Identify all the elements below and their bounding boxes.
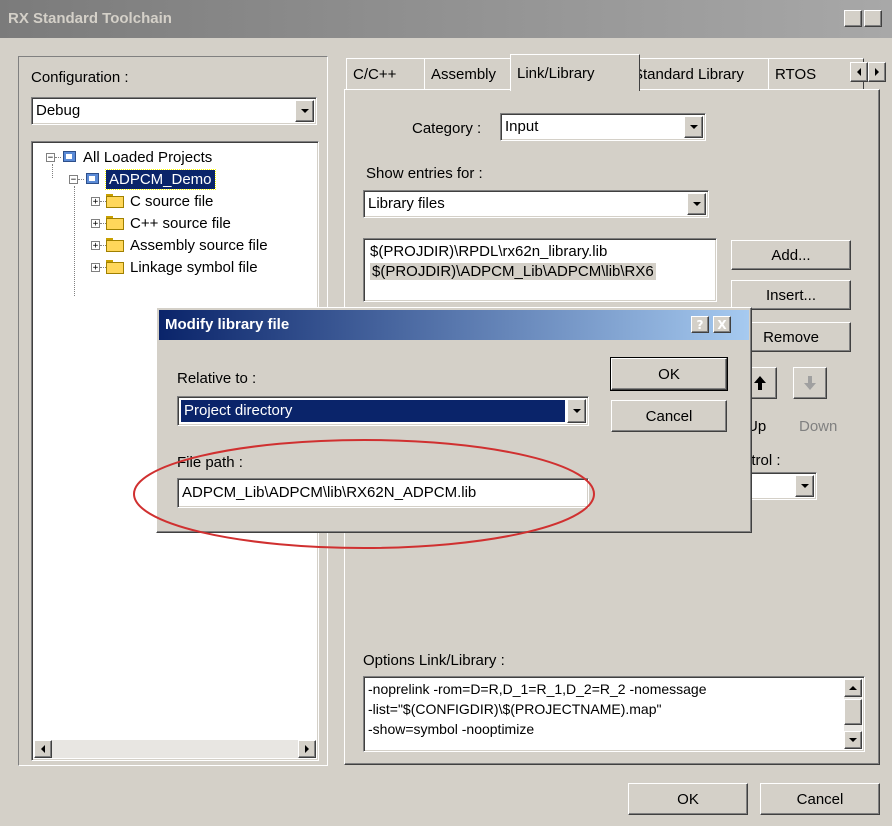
chevron-down-icon[interactable]: [684, 116, 703, 138]
help-button[interactable]: ?: [844, 10, 862, 27]
expand-icon[interactable]: +: [91, 218, 100, 228]
configuration-label: Configuration :: [31, 69, 129, 86]
show-entries-label: Show entries for :: [366, 165, 483, 182]
tree-item-linkage-symbol[interactable]: + Linkage symbol file: [91, 256, 258, 278]
relative-to-value: Project directory: [181, 400, 565, 422]
tree-project-row[interactable]: − ADPCM_Demo: [69, 168, 216, 190]
tree-item-cpp-source[interactable]: + C++ source file: [91, 212, 231, 234]
tree-item-label: Assembly source file: [130, 236, 268, 254]
tree-root-row[interactable]: − All Loaded Projects: [46, 146, 212, 168]
configuration-dropdown[interactable]: Debug: [31, 97, 317, 125]
category-dropdown[interactable]: Input: [500, 113, 706, 141]
chevron-down-icon[interactable]: [295, 100, 314, 122]
tree-line: [74, 186, 75, 296]
category-value: Input: [505, 118, 539, 135]
add-button[interactable]: Add...: [731, 240, 851, 270]
main-titlebar[interactable]: RX Standard Toolchain ? X: [0, 0, 892, 38]
tree-item-assembly-source[interactable]: + Assembly source file: [91, 234, 268, 256]
options-textarea[interactable]: -noprelink -rom=D=R,D_1=R_1,D_2=R_2 -nom…: [363, 676, 865, 752]
scroll-right-button[interactable]: [298, 740, 316, 758]
show-entries-value: Library files: [368, 195, 445, 212]
options-label: Options Link/Library :: [363, 652, 505, 669]
dialog-cancel-button[interactable]: Cancel: [611, 400, 727, 432]
chevron-down-icon[interactable]: [687, 193, 706, 215]
relative-to-label: Relative to :: [177, 370, 257, 387]
expand-icon[interactable]: +: [91, 240, 100, 250]
tree-item-c-source[interactable]: + C source file: [91, 190, 213, 212]
dialog-close-button[interactable]: X: [713, 316, 731, 333]
tab-scroll-left-button[interactable]: [850, 62, 868, 82]
tree-root-label: All Loaded Projects: [83, 148, 213, 166]
scroll-left-button[interactable]: [34, 740, 52, 758]
tree-project-label: ADPCM_Demo: [105, 168, 216, 190]
tree-item-label: C++ source file: [130, 214, 231, 232]
category-label: Category :: [412, 120, 482, 137]
window-title: RX Standard Toolchain: [8, 10, 172, 27]
scroll-down-button[interactable]: [844, 731, 862, 749]
close-button[interactable]: X: [864, 10, 882, 27]
list-item[interactable]: $(PROJDIR)\RPDL\rx62n_library.lib: [370, 243, 607, 260]
folder-icon: [106, 194, 124, 208]
annotation-ellipse: [133, 439, 595, 549]
expand-icon[interactable]: +: [91, 196, 100, 206]
down-label: Down: [799, 418, 838, 435]
tree-item-label: Linkage symbol file: [130, 258, 258, 276]
dialog-titlebar[interactable]: Modify library file ? X: [159, 310, 749, 340]
options-text: -noprelink -rom=D=R,D_1=R_1,D_2=R_2 -nom…: [368, 681, 707, 737]
collapse-icon[interactable]: −: [46, 152, 55, 162]
dialog-ok-button[interactable]: OK: [610, 357, 728, 391]
move-down-button[interactable]: [793, 367, 827, 399]
chevron-down-icon[interactable]: [795, 475, 814, 497]
folder-icon: [106, 238, 124, 252]
collapse-icon[interactable]: −: [69, 174, 78, 184]
folder-icon: [106, 260, 124, 274]
scroll-up-button[interactable]: [844, 679, 862, 697]
horizontal-scrollbar[interactable]: [34, 740, 316, 758]
scroll-thumb[interactable]: [844, 699, 862, 725]
configuration-value: Debug: [36, 102, 81, 119]
arrow-up-icon: [754, 376, 766, 390]
relative-to-dropdown[interactable]: Project directory: [177, 396, 589, 426]
control-dropdown[interactable]: [741, 472, 817, 500]
arrow-down-icon: [804, 376, 816, 390]
tab-link-library[interactable]: Link/Library: [510, 54, 640, 91]
chevron-down-icon[interactable]: [567, 399, 586, 423]
tab-standard-library[interactable]: Standard Library: [626, 58, 782, 89]
folder-icon: [106, 216, 124, 230]
tree-item-label: C source file: [130, 192, 214, 210]
show-entries-dropdown[interactable]: Library files: [363, 190, 709, 218]
tab-assembly[interactable]: Assembly: [424, 58, 524, 89]
projects-icon: [61, 149, 79, 165]
dialog-help-button[interactable]: ?: [691, 316, 709, 333]
dialog-title: Modify library file: [165, 316, 290, 333]
library-list[interactable]: $(PROJDIR)\RPDL\rx62n_library.lib $(PROJ…: [363, 238, 717, 302]
insert-button[interactable]: Insert...: [731, 280, 851, 310]
tab-scroll-right-button[interactable]: [868, 62, 886, 82]
project-icon: [84, 171, 102, 187]
cancel-button[interactable]: Cancel: [760, 783, 880, 815]
list-item[interactable]: $(PROJDIR)\ADPCM_Lib\ADPCM\lib\RX6: [370, 263, 656, 280]
vertical-scrollbar[interactable]: [844, 679, 862, 749]
ok-button[interactable]: OK: [628, 783, 748, 815]
expand-icon[interactable]: +: [91, 262, 100, 272]
